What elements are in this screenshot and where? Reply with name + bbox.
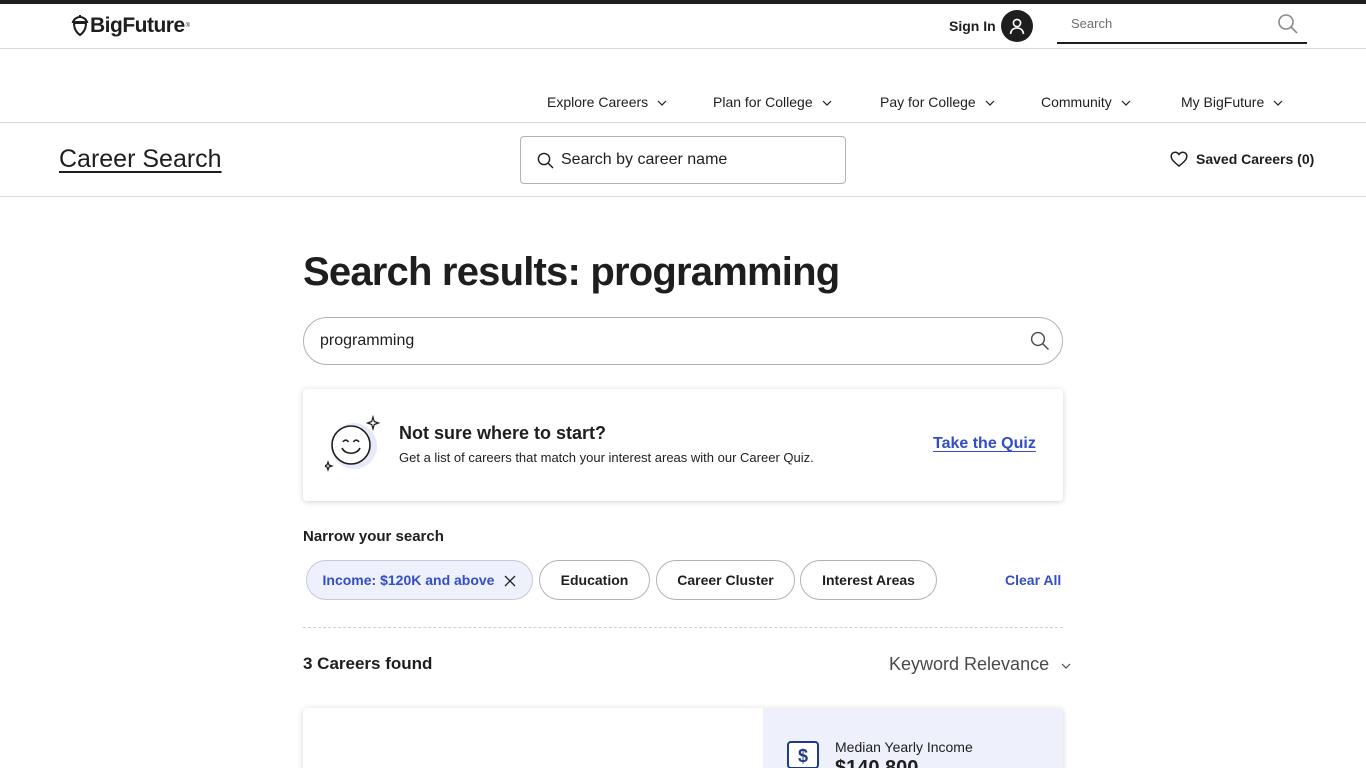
filter-chip-label: Income: $120K and above [322,572,495,588]
chevron-down-icon [1273,100,1283,106]
median-income-label: Median Yearly Income [835,739,973,755]
results-search-field[interactable]: programming [303,317,1063,365]
nav-community[interactable]: Community [1041,94,1131,110]
median-income-value: $140,800 [835,757,919,768]
quiz-title: Not sure where to start? [399,423,607,443]
nav-label: Community [1041,94,1112,110]
sort-selected-value: Keyword Relevance [889,654,1050,674]
saved-careers-link[interactable]: Saved Careers (0) [1170,151,1314,167]
nav-label: Explore Careers [547,94,649,110]
career-quiz-card: Not sure where to start? Get a list of c… [303,389,1063,501]
user-icon [1009,18,1025,35]
nav-label: My BigFuture [1181,94,1265,110]
bigfuture-logo[interactable]: BigFuture ® [70,14,190,38]
chevron-down-icon [1121,100,1131,106]
chevron-down-icon [822,100,832,106]
results-search-value: programming [320,332,415,349]
page-title: Search results: programming [303,250,840,294]
filter-chip-income[interactable]: Income: $120K and above [306,560,533,600]
nav-plan-for-college[interactable]: Plan for College [713,94,832,110]
career-search-bar: Career Search Search by career name Save… [0,123,1366,197]
career-name-search-placeholder: Search by career name [561,151,728,168]
filter-chip-career-cluster[interactable]: Career Cluster [656,560,795,600]
logo-registered-mark: ® [185,23,191,29]
nav-my-bigfuture[interactable]: My BigFuture [1181,94,1283,110]
site-header: BigFuture ® Sign In [0,4,1366,49]
account-avatar-button[interactable] [1001,10,1033,42]
median-income-panel: $ Median Yearly Income $140,800 [763,708,1063,768]
nav-label: Pay for College [880,94,976,110]
heart-icon [1170,151,1188,167]
narrow-search-label: Narrow your search [303,528,444,545]
chevron-down-icon [985,100,995,106]
svg-text:$: $ [798,746,808,766]
site-search-input[interactable] [1071,16,1271,31]
filter-chip-interest-areas[interactable]: Interest Areas [800,560,937,600]
main-navigation: Explore Careers Plan for College Pay for… [0,49,1366,123]
close-icon[interactable] [504,575,516,587]
smiley-sparkle-icon [325,415,381,472]
sign-in-link[interactable]: Sign In [949,18,996,34]
search-icon[interactable] [1277,13,1299,35]
results-count: 3 Careers found [303,654,433,673]
filter-chip-label: Education [560,572,629,588]
filter-chip-label: Interest Areas [822,572,915,588]
logo-text: BigFuture [90,14,185,37]
quiz-subtitle: Get a list of careers that match your in… [399,450,814,465]
sort-dropdown[interactable]: Keyword Relevance [889,654,1071,675]
career-search-title-link[interactable]: Career Search [59,145,222,174]
nav-explore-careers[interactable]: Explore Careers [547,94,667,110]
career-name-search-field[interactable]: Search by career name [520,136,846,184]
chevron-down-icon [657,100,667,106]
search-icon[interactable] [1030,331,1050,351]
take-quiz-link[interactable]: Take the Quiz [933,435,1036,453]
nav-label: Plan for College [713,94,813,110]
nav-pay-for-college[interactable]: Pay for College [880,94,995,110]
saved-careers-label: Saved Careers (0) [1196,151,1315,167]
clear-all-filters-link[interactable]: Clear All [1005,572,1061,588]
chevron-down-icon [1061,663,1071,669]
acorn-logo-icon [71,15,89,37]
section-divider [303,627,1063,628]
career-result-card[interactable]: $ Median Yearly Income $140,800 [303,708,1063,768]
filter-chip-label: Career Cluster [677,572,774,588]
filter-chip-education[interactable]: Education [539,560,650,600]
site-search [1057,10,1307,44]
dollar-icon: $ [787,741,819,768]
search-icon [537,152,554,168]
